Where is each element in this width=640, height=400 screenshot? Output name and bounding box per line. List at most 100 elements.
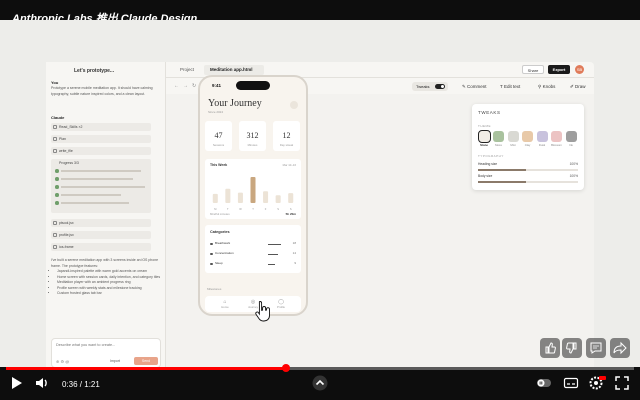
slider-track[interactable] (478, 169, 578, 171)
theme-swatch[interactable]: Stone (477, 129, 491, 147)
progress-title: Progress 3/3 (59, 161, 79, 165)
category-name: Concentration (215, 251, 234, 255)
like-button[interactable] (540, 338, 560, 358)
mention-icon[interactable]: @ (65, 359, 69, 364)
week-bar (275, 195, 281, 203)
category-bar (268, 263, 275, 265)
time-total: 1:21 (84, 380, 100, 389)
comment-icon (590, 342, 602, 354)
file-chip[interactable]: profile.jsx (51, 231, 151, 239)
file-chip[interactable]: ptsool.jsx (51, 219, 151, 227)
theme-swatch[interactable]: Mist (507, 131, 519, 147)
progress-scrubber[interactable] (282, 364, 291, 372)
swatch-color (477, 129, 491, 144)
volume-icon[interactable] (34, 375, 50, 391)
settings-icon[interactable]: ⚙ (60, 359, 64, 364)
phone-preview[interactable]: 9:41 Your Journey Since 2024 47 Sessions… (198, 75, 308, 316)
tool-chip[interactable]: Read_Skills ×2 (51, 123, 151, 131)
settings-gear-icon[interactable] (588, 375, 606, 391)
file-icon (53, 221, 57, 225)
settings-icon[interactable] (290, 101, 298, 109)
claude-label: Claude (51, 115, 65, 120)
theme-swatch[interactable]: Blossom (551, 131, 563, 147)
week-day-label: T (227, 207, 229, 211)
dynamic-island (236, 81, 270, 90)
category-row[interactable]: Sleep 9 (210, 261, 296, 267)
progress-item (55, 169, 141, 173)
back-icon[interactable]: ← (174, 83, 183, 89)
nav-icons[interactable]: ←→↻ (174, 83, 200, 89)
check-icon (55, 177, 59, 181)
slider-label: Body size (478, 174, 493, 178)
time-current: 0:36 (62, 380, 78, 389)
theme-swatch[interactable]: Dusk (536, 131, 548, 147)
attach-icon[interactable]: ⊕ (56, 359, 59, 364)
autoplay-toggle-icon[interactable] (536, 375, 552, 391)
file-chip[interactable]: ios-frame (51, 243, 151, 251)
play-icon[interactable] (8, 375, 24, 391)
heading-size-slider[interactable]: Heading size 100% (478, 162, 578, 172)
slider-label: Heading size (478, 162, 498, 166)
share-button[interactable]: Share (522, 65, 544, 74)
tab-meditation-app[interactable]: Meditation app.html (204, 65, 264, 75)
captions-icon[interactable] (563, 375, 579, 391)
send-button[interactable]: Send (134, 357, 158, 365)
categories-card: Categories Breathwork 18 Concentration 14 Sl… (205, 225, 301, 273)
swatch-color (565, 131, 577, 142)
check-icon (55, 185, 59, 189)
week-range: Mar 10–16 (282, 163, 296, 167)
tool-chip[interactable]: write_file (51, 147, 151, 155)
forward-icon[interactable]: → (183, 83, 192, 89)
check-icon (55, 193, 59, 197)
export-button[interactable]: Export (548, 65, 570, 74)
theme-swatch[interactable]: Ink (565, 131, 577, 147)
tweaks-toggle[interactable]: Tweaks (412, 82, 448, 91)
stat-label: Sessions (212, 143, 225, 147)
hand-cursor-icon (255, 301, 270, 322)
share-video-button[interactable] (610, 338, 630, 358)
video-frame[interactable]: Let's prototype... You Prototype a seren… (0, 20, 640, 374)
fullscreen-icon[interactable] (614, 375, 630, 391)
swatch-name: Mist (510, 143, 516, 147)
you-label: You (51, 80, 59, 85)
toggle-switch[interactable] (435, 84, 445, 89)
knobs-tool[interactable]: ⚲ Knobs (538, 84, 555, 90)
body-size-slider[interactable]: Body size 100% (478, 174, 578, 184)
prompt-tools[interactable]: ⊕ ⚙ @ (56, 359, 69, 364)
comment-tool[interactable]: ✎ Comment (462, 84, 487, 90)
chat-panel: Let's prototype... You Prototype a seren… (46, 62, 166, 374)
tweaks-label: Tweaks (416, 84, 430, 89)
swatch-name: Clay (524, 143, 531, 147)
file-icon (53, 137, 57, 141)
chat-title[interactable]: Let's prototype... (74, 68, 114, 74)
import-button[interactable]: Import (110, 359, 120, 363)
progress-bar[interactable] (6, 364, 634, 372)
video-player[interactable]: Anthropic Labs 推出 Claude Design Let's pr… (0, 0, 640, 400)
category-row[interactable]: Concentration 14 (210, 251, 296, 257)
milestones-label: Milestones (207, 287, 222, 291)
dislike-button[interactable] (562, 338, 582, 358)
tab-home[interactable]: ⌂ Home (215, 299, 235, 309)
prompt-input[interactable] (56, 343, 146, 347)
category-bar (268, 253, 278, 255)
tool-chip[interactable]: Plan (51, 135, 151, 143)
tab-profile[interactable]: ◯ Profile (271, 299, 291, 309)
category-row[interactable]: Breathwork 18 (210, 241, 296, 247)
slider-track[interactable] (478, 181, 578, 183)
tab-project[interactable]: Project (180, 67, 194, 72)
avatar[interactable]: SB (575, 65, 584, 74)
progress-box[interactable]: Progress 3/3 (51, 159, 151, 213)
theme-swatch[interactable]: Clay (522, 131, 534, 147)
draw-tool[interactable]: ✐ Draw (570, 84, 586, 90)
progress-fill (6, 367, 287, 370)
user-message: Prototype a serene mobile meditation app… (51, 86, 153, 96)
week-day-label: S (277, 207, 279, 211)
chevron-up-icon[interactable] (312, 375, 328, 391)
edit-text-tool[interactable]: T Edit text (500, 84, 520, 89)
slider-fill (478, 169, 526, 171)
status-time: 9:41 (212, 83, 222, 88)
theme-swatch[interactable]: Moss (493, 131, 505, 147)
comments-button[interactable] (586, 338, 606, 358)
stat-label: Minutes (247, 143, 258, 147)
progress-item (55, 177, 133, 181)
